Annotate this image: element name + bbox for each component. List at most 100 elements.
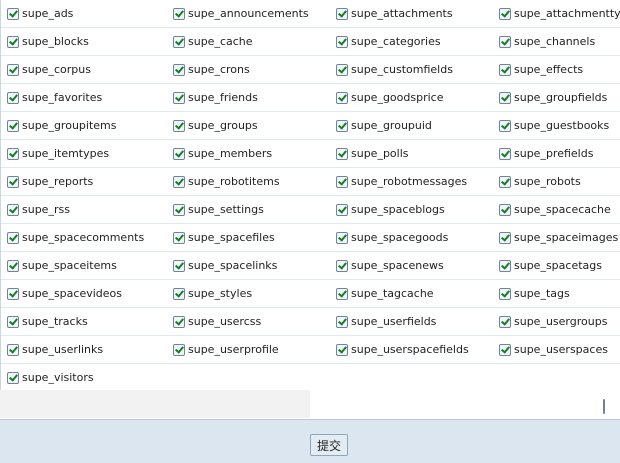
- table-checkbox-item[interactable]: supe_usergroups: [499, 308, 607, 336]
- checkbox-checked-icon[interactable]: [336, 204, 348, 216]
- checkbox-checked-icon[interactable]: [7, 36, 19, 48]
- checkbox-checked-icon[interactable]: [336, 232, 348, 244]
- table-checkbox-item[interactable]: supe_prefields: [499, 140, 593, 168]
- checkbox-checked-icon[interactable]: [173, 120, 185, 132]
- checkbox-checked-icon[interactable]: [499, 232, 511, 244]
- table-checkbox-item[interactable]: supe_rss: [7, 196, 70, 224]
- table-checkbox-item[interactable]: supe_categories: [336, 28, 441, 56]
- checkbox-checked-icon[interactable]: [336, 8, 348, 20]
- table-checkbox-item[interactable]: supe_userfields: [336, 308, 436, 336]
- table-checkbox-item[interactable]: supe_groups: [173, 112, 258, 140]
- checkbox-checked-icon[interactable]: [336, 120, 348, 132]
- table-checkbox-item[interactable]: supe_groupitems: [7, 112, 116, 140]
- checkbox-checked-icon[interactable]: [499, 148, 511, 160]
- checkbox-checked-icon[interactable]: [7, 148, 19, 160]
- table-checkbox-item[interactable]: supe_usercss: [173, 308, 261, 336]
- table-checkbox-item[interactable]: supe_cache: [173, 28, 253, 56]
- table-checkbox-item[interactable]: supe_spacevideos: [7, 280, 122, 308]
- checkbox-checked-icon[interactable]: [173, 204, 185, 216]
- checkbox-checked-icon[interactable]: [499, 64, 511, 76]
- table-checkbox-item[interactable]: supe_tagcache: [336, 280, 434, 308]
- checkbox-checked-icon[interactable]: [336, 288, 348, 300]
- table-checkbox-item[interactable]: supe_spacelinks: [173, 252, 277, 280]
- checkbox-checked-icon[interactable]: [7, 64, 19, 76]
- checkbox-checked-icon[interactable]: [173, 176, 185, 188]
- table-checkbox-item[interactable]: supe_userprofile: [173, 336, 279, 364]
- table-checkbox-item[interactable]: supe_tracks: [7, 308, 88, 336]
- checkbox-checked-icon[interactable]: [336, 316, 348, 328]
- submit-button[interactable]: 提交: [310, 434, 348, 456]
- checkbox-checked-icon[interactable]: [7, 204, 19, 216]
- checkbox-checked-icon[interactable]: [7, 260, 19, 272]
- table-checkbox-item[interactable]: supe_groupfields: [499, 84, 607, 112]
- checkbox-checked-icon[interactable]: [499, 344, 511, 356]
- checkbox-checked-icon[interactable]: [173, 92, 185, 104]
- checkbox-checked-icon[interactable]: [499, 288, 511, 300]
- checkbox-checked-icon[interactable]: [499, 92, 511, 104]
- checkbox-checked-icon[interactable]: [7, 288, 19, 300]
- table-checkbox-item[interactable]: supe_robotitems: [173, 168, 280, 196]
- table-checkbox-item[interactable]: supe_userlinks: [7, 336, 103, 364]
- table-checkbox-item[interactable]: supe_channels: [499, 28, 595, 56]
- checkbox-checked-icon[interactable]: [173, 344, 185, 356]
- checkbox-checked-icon[interactable]: [336, 92, 348, 104]
- checkbox-checked-icon[interactable]: [499, 8, 511, 20]
- table-checkbox-item[interactable]: supe_spaceimages: [499, 224, 618, 252]
- table-checkbox-item[interactable]: supe_groupuid: [336, 112, 432, 140]
- checkbox-checked-icon[interactable]: [7, 92, 19, 104]
- checkbox-checked-icon[interactable]: [7, 176, 19, 188]
- checkbox-checked-icon[interactable]: [499, 204, 511, 216]
- table-checkbox-item[interactable]: supe_polls: [336, 140, 409, 168]
- select-all-checkbox[interactable]: [603, 399, 608, 414]
- checkbox-checked-icon[interactable]: [499, 120, 511, 132]
- checkbox-checked-icon[interactable]: [173, 148, 185, 160]
- checkbox-checked-icon[interactable]: [7, 316, 19, 328]
- checkbox-checked-icon[interactable]: [7, 372, 19, 384]
- table-checkbox-item[interactable]: supe_blocks: [7, 28, 89, 56]
- table-checkbox-item[interactable]: supe_favorites: [7, 84, 102, 112]
- checkbox-checked-icon[interactable]: [173, 288, 185, 300]
- table-checkbox-item[interactable]: supe_crons: [173, 56, 250, 84]
- checkbox-checked-icon[interactable]: [173, 64, 185, 76]
- table-checkbox-item[interactable]: supe_effects: [499, 56, 583, 84]
- table-checkbox-item[interactable]: supe_friends: [173, 84, 258, 112]
- table-checkbox-item[interactable]: supe_attachmenttypes: [499, 0, 620, 28]
- table-checkbox-item[interactable]: supe_members: [173, 140, 272, 168]
- checkbox-checked-icon[interactable]: [499, 316, 511, 328]
- checkbox-checked-icon[interactable]: [173, 260, 185, 272]
- table-checkbox-item[interactable]: supe_guestbooks: [499, 112, 609, 140]
- table-checkbox-item[interactable]: supe_styles: [173, 280, 252, 308]
- table-checkbox-item[interactable]: supe_spacefiles: [173, 224, 275, 252]
- checkbox-checked-icon[interactable]: [173, 316, 185, 328]
- table-checkbox-item[interactable]: supe_customfields: [336, 56, 453, 84]
- table-checkbox-item[interactable]: supe_visitors: [7, 364, 94, 392]
- checkbox-checked-icon[interactable]: [336, 64, 348, 76]
- checkbox-checked-icon[interactable]: [7, 8, 19, 20]
- table-checkbox-item[interactable]: supe_itemtypes: [7, 140, 109, 168]
- checkbox-checked-icon[interactable]: [7, 344, 19, 356]
- checkbox-checked-icon[interactable]: [7, 120, 19, 132]
- table-checkbox-item[interactable]: supe_ads: [7, 0, 73, 28]
- checkbox-checked-icon[interactable]: [499, 260, 511, 272]
- table-checkbox-item[interactable]: supe_announcements: [173, 0, 309, 28]
- checkbox-checked-icon[interactable]: [173, 36, 185, 48]
- table-checkbox-item[interactable]: supe_userspaces: [499, 336, 608, 364]
- checkbox-checked-icon[interactable]: [336, 148, 348, 160]
- table-checkbox-item[interactable]: supe_spacenews: [336, 252, 444, 280]
- checkbox-checked-icon[interactable]: [336, 176, 348, 188]
- table-checkbox-item[interactable]: supe_corpus: [7, 56, 91, 84]
- table-checkbox-item[interactable]: supe_spaceitems: [7, 252, 117, 280]
- table-checkbox-item[interactable]: supe_tags: [499, 280, 570, 308]
- checkbox-checked-icon[interactable]: [336, 344, 348, 356]
- table-checkbox-item[interactable]: supe_robotmessages: [336, 168, 467, 196]
- table-checkbox-item[interactable]: supe_spacecache: [499, 196, 611, 224]
- table-checkbox-item[interactable]: supe_settings: [173, 196, 264, 224]
- table-checkbox-item[interactable]: supe_spaceblogs: [336, 196, 445, 224]
- checkbox-checked-icon[interactable]: [499, 176, 511, 188]
- checkbox-checked-icon[interactable]: [336, 260, 348, 272]
- table-checkbox-item[interactable]: supe_spacegoods: [336, 224, 448, 252]
- checkbox-checked-icon[interactable]: [336, 36, 348, 48]
- table-checkbox-item[interactable]: supe_spacecomments: [7, 224, 144, 252]
- table-checkbox-item[interactable]: supe_reports: [7, 168, 93, 196]
- table-checkbox-item[interactable]: supe_robots: [499, 168, 581, 196]
